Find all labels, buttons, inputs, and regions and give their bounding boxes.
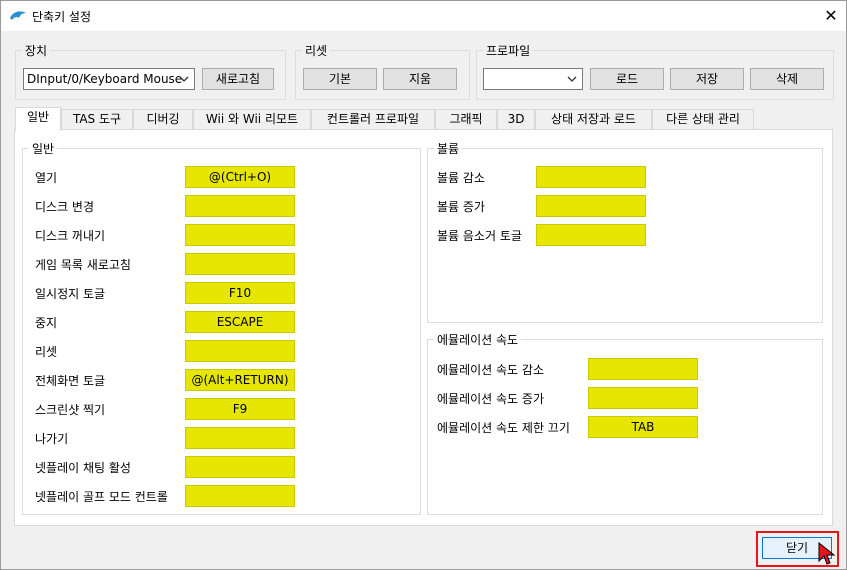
- hotkey-field[interactable]: F9: [185, 398, 295, 420]
- tab-3d[interactable]: 3D: [497, 109, 535, 130]
- chevron-down-icon: [179, 76, 189, 82]
- hotkey-label: 열기: [35, 171, 58, 185]
- emulation-speed-group: 에뮬레이션 속도 에뮬레이션 속도 감소 에뮬레이션 속도 증가 에뮬레이션 속…: [427, 331, 823, 515]
- tab-controller-profile[interactable]: 컨트롤러 프로파일: [311, 109, 435, 130]
- hotkey-label: 일시정지 토글: [35, 287, 106, 301]
- hotkey-field[interactable]: [185, 340, 295, 362]
- hotkey-label: 나가기: [35, 432, 69, 446]
- hotkey-field[interactable]: [185, 456, 295, 478]
- dolphin-icon: [10, 11, 26, 20]
- general-legend: 일반: [29, 140, 58, 157]
- clear-button[interactable]: 지움: [383, 68, 457, 90]
- tab-save-load-state[interactable]: 상태 저장과 로드: [535, 109, 652, 130]
- hotkey-label: 중지: [35, 316, 58, 330]
- hotkey-field[interactable]: [185, 253, 295, 275]
- load-profile-button[interactable]: 로드: [590, 68, 664, 90]
- hotkey-field[interactable]: TAB: [588, 416, 698, 438]
- hotkey-label: 넷플레이 골프 모드 컨트롤: [35, 490, 168, 504]
- hotkey-label: 볼륨 감소: [437, 171, 485, 185]
- volume-group: 볼륨 볼륨 감소 볼륨 증가 볼륨 음소거 토글: [427, 140, 823, 323]
- chevron-down-icon: [567, 76, 577, 82]
- hotkey-label: 에뮬레이션 속도 증가: [437, 392, 544, 406]
- general-group: 일반 열기 @(Ctrl+O) 디스크 변경 디스크 꺼내기 게임 목록 새로고…: [22, 140, 421, 515]
- delete-profile-button[interactable]: 삭제: [750, 68, 824, 90]
- save-profile-button[interactable]: 저장: [670, 68, 744, 90]
- hotkey-field[interactable]: [536, 224, 646, 246]
- profile-group: 프로파일 로드 저장 삭제: [476, 42, 834, 100]
- device-select-value: DInput/0/Keyboard Mouse: [27, 72, 183, 86]
- reset-group: 리셋 기본 지움: [295, 42, 470, 100]
- tab-other-state[interactable]: 다른 상태 관리: [652, 109, 754, 130]
- hotkey-label: 디스크 변경: [35, 200, 95, 214]
- title-bar: 단축키 설정 ✕: [1, 1, 846, 31]
- hotkey-field[interactable]: ESCAPE: [185, 311, 295, 333]
- hotkey-field[interactable]: [185, 224, 295, 246]
- hotkey-field[interactable]: [536, 195, 646, 217]
- hotkey-settings-window: 단축키 설정 ✕ 장치 DInput/0/Keyboard Mouse 새로고침…: [0, 0, 847, 570]
- hotkey-label: 전체화면 토글: [35, 374, 106, 388]
- tab-panel: 일반 열기 @(Ctrl+O) 디스크 변경 디스크 꺼내기 게임 목록 새로고…: [14, 129, 833, 526]
- hotkey-label: 에뮬레이션 속도 제한 끄기: [437, 421, 570, 435]
- hotkey-label: 디스크 꺼내기: [35, 229, 106, 243]
- profile-legend: 프로파일: [483, 42, 534, 59]
- tab-graphics[interactable]: 그래픽: [435, 109, 497, 130]
- device-legend: 장치: [22, 42, 51, 59]
- hotkey-field[interactable]: @(Ctrl+O): [185, 166, 295, 188]
- hotkey-label: 에뮬레이션 속도 감소: [437, 363, 544, 377]
- hotkey-field[interactable]: F10: [185, 282, 295, 304]
- mouse-cursor-icon: [818, 542, 836, 565]
- tab-tas-tools[interactable]: TAS 도구: [61, 109, 133, 130]
- hotkey-field[interactable]: [185, 195, 295, 217]
- hotkey-label: 볼륨 음소거 토글: [437, 229, 522, 243]
- hotkey-label: 게임 목록 새로고침: [35, 258, 131, 272]
- tab-debugging[interactable]: 디버깅: [133, 109, 193, 130]
- device-group: 장치 DInput/0/Keyboard Mouse 새로고침: [15, 42, 286, 100]
- hotkey-field[interactable]: [588, 358, 698, 380]
- emulation-speed-legend: 에뮬레이션 속도: [434, 331, 522, 348]
- device-select[interactable]: DInput/0/Keyboard Mouse: [23, 68, 195, 90]
- profile-select[interactable]: [483, 68, 583, 90]
- window-title: 단축키 설정: [32, 10, 92, 24]
- reset-legend: 리셋: [302, 42, 331, 59]
- hotkey-field[interactable]: [536, 166, 646, 188]
- tab-general[interactable]: 일반: [15, 107, 61, 131]
- hotkey-label: 볼륨 증가: [437, 200, 485, 214]
- hotkey-field[interactable]: @(Alt+RETURN): [185, 369, 295, 391]
- tab-wii-remote[interactable]: Wii 와 Wii 리모트: [193, 109, 311, 130]
- default-button[interactable]: 기본: [303, 68, 377, 90]
- hotkey-field[interactable]: [185, 427, 295, 449]
- hotkey-label: 리셋: [35, 345, 58, 359]
- close-icon[interactable]: ✕: [816, 1, 846, 31]
- hotkey-field[interactable]: [588, 387, 698, 409]
- hotkey-label: 스크린샷 찍기: [35, 403, 106, 417]
- hotkey-field[interactable]: [185, 485, 295, 507]
- refresh-button[interactable]: 새로고침: [202, 68, 274, 90]
- hotkey-label: 넷플레이 채팅 활성: [35, 461, 131, 475]
- volume-legend: 볼륨: [434, 140, 463, 157]
